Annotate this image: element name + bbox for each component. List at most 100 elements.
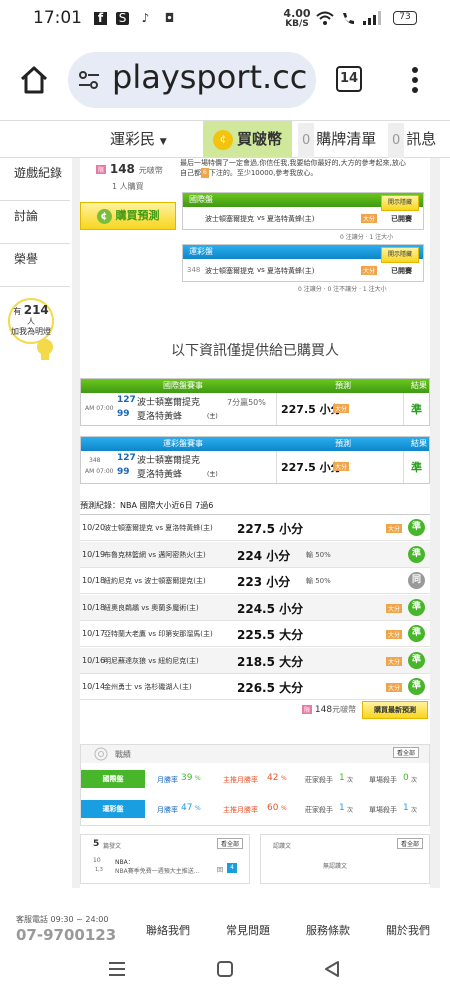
intl-col-result: 結果 [411,381,427,390]
home-nav-icon[interactable] [216,960,234,978]
purchaser-section: 以下資訊僅提供給已購買人 國際盤賽事 預測 結果 AM 07:00 127 波士… [80,314,430,888]
footer-link-faq[interactable]: 常見問題 [226,922,270,938]
status-time: 17:01 [33,8,82,28]
nav-cart[interactable]: 0 購牌清單 [298,121,376,159]
sports-col-result: 結果 [411,439,427,448]
sports-game-no: 348 [89,457,101,464]
desc-line2: 自己都 6 下注的。至少10000,參考我放心。 [180,168,424,178]
mini2-game-no: 348 [187,266,201,274]
sidebar-item-honor[interactable]: 榮譽 [0,244,70,287]
intl-result-header: 國際盤賽事 預測 結果 [81,379,429,393]
sidebar-item-discussion[interactable]: 討論 [0,201,70,244]
sports-col-pick: 預測 [335,439,351,448]
divider [276,393,277,425]
divider [403,451,404,483]
buy-latest-button[interactable]: 購買最新預測 [362,701,428,719]
history-date: 10/16 [82,655,106,665]
history-row: 10/20 波士頓塞爾提克 vs 夏洛特黃蜂(主) 227.5 小分 大分準 [80,515,430,541]
article-text[interactable]: NBA賽季免費一週預大主推送… [115,866,200,875]
intl-team2-no: 99 [117,409,130,419]
stats-main-rate: 60 [267,803,279,813]
home-icon[interactable] [18,64,50,96]
history-result: 準 [408,545,425,563]
nav-user-menu[interactable]: 運彩民 ▼ [110,121,167,157]
history-date: 10/18 [82,602,106,612]
stats-month-rate: 39 [181,773,193,783]
divider [276,451,277,483]
history-line: 227.5 小分 [237,522,304,536]
history-title: 預測紀錄：NBA 國際大小近6日 7過6 [80,501,214,510]
coin-icon: ¢ [96,208,112,224]
history-badge: 大分 [386,683,403,692]
sidebar-item-game-record[interactable]: 遊戲紀錄 [0,158,70,201]
footer-link-about[interactable]: 關於我們 [386,922,430,938]
sports-team1: 波士頓塞爾提克 [137,456,201,466]
system-nav-bar [0,940,450,1000]
footer-link-terms[interactable]: 服務條款 [306,922,350,938]
history-line: 225.5 大分 [237,628,304,642]
sports-result: 準 [411,461,422,474]
history-result: 同 [408,572,425,589]
history-note: 輸 50% [306,577,331,585]
intl-badge: 大分 [333,404,350,413]
desc-line1: 最后一場特價了一定會過,你信任我,我要給你最好的,大方的參考起來,放心 [180,159,406,167]
stats-row: 國際盤 月勝率 39% 主推月勝率 42% 莊家殺手 1 次單場殺手 0 次 [81,765,429,793]
intl-col-game: 國際盤賽事 [163,381,203,390]
stats-month-label: 月勝率 [157,776,178,784]
site-settings-icon[interactable] [78,70,100,90]
article-no: 10 [93,857,101,864]
buy-prediction-button[interactable]: ¢ 購買預測 [80,202,176,230]
stats-unit: 次 [411,777,418,784]
count2: 0 注讓分 · 0 注不讓分 · 1 注大小 [298,286,387,293]
lightbulb-icon [37,339,53,360]
tiktok-icon: ♪ [141,11,150,25]
history-line: 224 小分 [237,548,291,563]
history-line: 223 小分 [237,575,291,589]
nav-messages[interactable]: 0 訊息 [388,121,436,159]
history-badge: 大分 [386,656,403,666]
nav-buy-coins[interactable]: ¢ 買啵幣 [203,121,293,157]
history-teams: 紐約尼克 vs 波士頓塞爾提克(主) [104,577,206,585]
articles-view-all[interactable]: 看全部 [216,838,243,849]
intl-team1: 波士頓塞爾提克 [137,398,201,408]
sports-col-game: 運彩盤賽事 [163,439,203,448]
footer-phone-label: 客服電話 09:30 ~ 24:00 [16,915,109,924]
history-result: 準 [408,651,425,669]
facebook-icon: f [94,12,107,25]
price-value: 148 [109,162,135,176]
cart-count: 0 [298,123,315,159]
stats-single-label: 單場殺手 [369,776,397,784]
tab-switcher-button[interactable]: 14 [336,66,362,92]
sidebar: 遊戲紀錄 討論 榮譽 [0,158,70,287]
shopping-bag-icon: S [116,12,129,25]
likes-view-all[interactable]: 看全部 [396,838,423,849]
article-reply-label: 回 [217,867,224,874]
intl-mini-title: 國際盤 [189,195,213,204]
mini2-badge: 大分 [361,266,378,275]
stats-unit: 次 [411,807,418,814]
site-footer: 客服電話 09:30 ~ 24:00 07-9700123 聯絡我們 常見問題 … [0,888,450,944]
back-icon[interactable] [323,960,341,978]
overflow-menu-icon[interactable] [410,66,420,94]
stats-pct: % [281,805,287,812]
stats-unit: 次 [347,807,354,814]
mini2-team-a: 波士頓塞爾提克 [205,267,254,275]
article-tag[interactable]: NBA： [115,857,134,866]
history-badge: 大分 [386,630,403,639]
footer-link-contact[interactable]: 聯絡我們 [146,922,190,938]
stats-view-all[interactable]: 看全部 [392,747,419,758]
url-text: playsport.cc [112,58,308,96]
history-result: 準 [408,598,425,616]
site-nav: 運彩民 ▼ ¢ 買啵幣 0 購牌清單 0 訊息 [0,120,450,159]
recent-apps-icon[interactable] [108,960,126,978]
app-icon: ◘ [164,11,175,25]
url-bar[interactable]: playsport.cc [68,52,316,108]
sports-mini-title: 運彩盤 [189,247,213,256]
intl-mini-row: 波士頓塞爾提克 vs 夏洛特黃蜂(主) 大分 已開賽 [183,207,423,229]
count1: 0 注讓分 · 1 注大小 [340,234,394,241]
sports-mini-table: 運彩盤 開示隱藏 348 波士頓塞爾提克 vs 夏洛特黃蜂(主) 大分 已開賽 [182,244,424,282]
mini1-badge: 大分 [361,214,378,223]
price-tag-icon: 限 [96,165,107,174]
history-badge: 大分 [386,603,403,613]
intl-result-row: AM 07:00 127 波士頓塞爾提克 99 夏洛特黃蜂 (主) 7分贏50%… [81,393,429,425]
